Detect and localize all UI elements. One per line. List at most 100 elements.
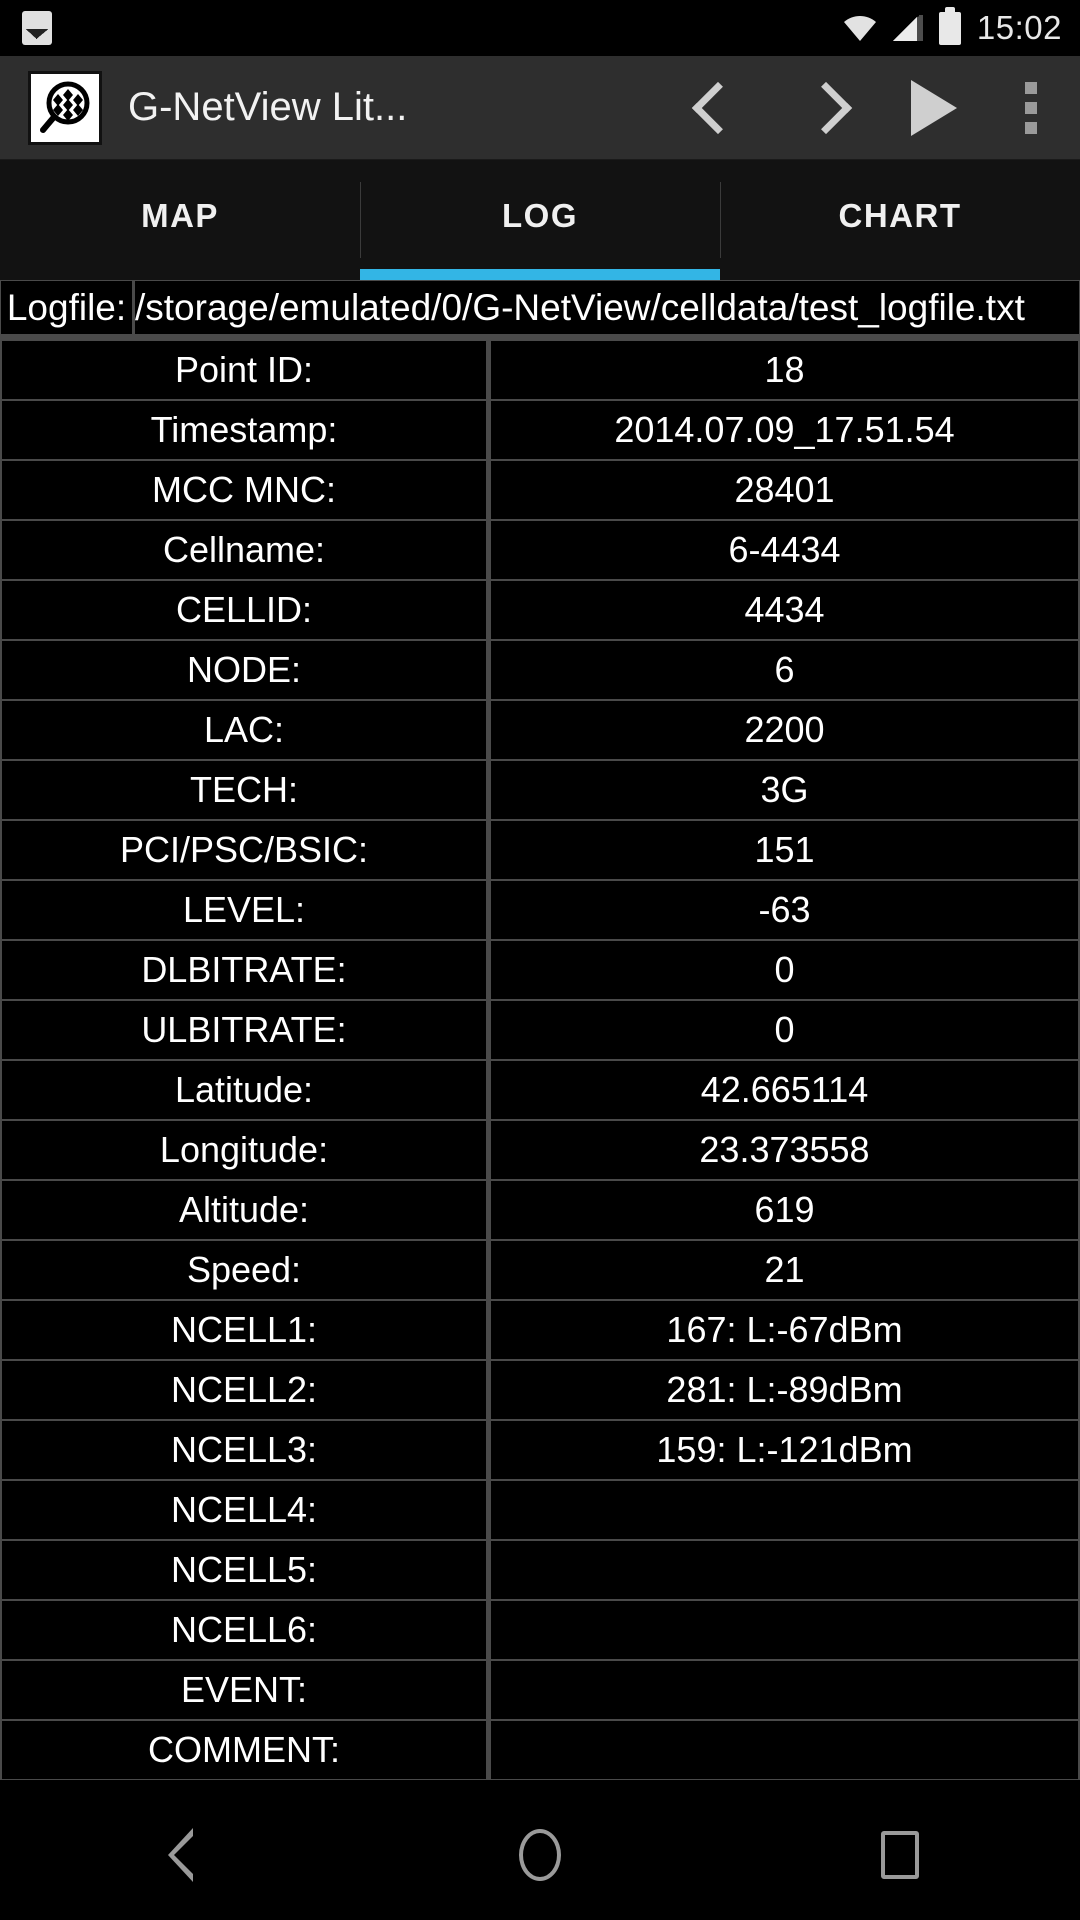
- table-row-key: CELLID:: [2, 581, 486, 639]
- tab-chart[interactable]: CHART: [720, 160, 1080, 280]
- nav-home-button[interactable]: [440, 1790, 640, 1920]
- table-row-key: LEVEL:: [2, 881, 486, 939]
- table-row[interactable]: Speed: 21: [0, 1240, 1080, 1300]
- overflow-menu-button[interactable]: [988, 56, 1074, 160]
- gallery-icon: [22, 11, 52, 45]
- table-row-key: NODE:: [2, 641, 486, 699]
- play-icon: [911, 79, 957, 136]
- nav-recents-button[interactable]: [800, 1790, 1000, 1920]
- table-row-value: 619: [491, 1181, 1078, 1239]
- table-row[interactable]: LEVEL: -63: [0, 880, 1080, 940]
- table-row[interactable]: COMMENT:: [0, 1720, 1080, 1780]
- screen-root: 15:02 G-NetView Lit... MAP LOG CHART Log…: [0, 0, 1080, 1920]
- more-vert-icon: [1025, 81, 1037, 134]
- table-row-key: Point ID:: [2, 341, 486, 399]
- table-row[interactable]: Longitude: 23.373558: [0, 1120, 1080, 1180]
- table-row-key: NCELL2:: [2, 1361, 486, 1419]
- table-row[interactable]: LAC: 2200: [0, 700, 1080, 760]
- chevron-left-icon: [703, 82, 733, 134]
- battery-icon: [938, 11, 961, 45]
- table-row[interactable]: DLBITRATE: 0: [0, 940, 1080, 1000]
- logfile-label: Logfile:: [1, 281, 132, 334]
- gnetview-logo-icon: [28, 70, 102, 145]
- app-title: G-NetView Lit...: [128, 85, 408, 129]
- table-row-value: [491, 1541, 1078, 1599]
- table-row-value: 0: [491, 1001, 1078, 1059]
- table-row-key: PCI/PSC/BSIC:: [2, 821, 486, 879]
- table-row[interactable]: NCELL5:: [0, 1540, 1080, 1600]
- table-row-value: 0: [491, 941, 1078, 999]
- app-bar: G-NetView Lit...: [0, 56, 1080, 160]
- table-row-key: NCELL5:: [2, 1541, 486, 1599]
- table-row-value: 28401: [491, 461, 1078, 519]
- logfile-row[interactable]: Logfile: /storage/emulated/0/G-NetView/c…: [0, 280, 1080, 340]
- table-row-value: 6: [491, 641, 1078, 699]
- table-row-value: 167: L:-67dBm: [491, 1301, 1078, 1359]
- back-triangle-icon: [167, 1828, 193, 1882]
- table-row[interactable]: NCELL6:: [0, 1600, 1080, 1660]
- table-row[interactable]: MCC MNC: 28401: [0, 460, 1080, 520]
- table-row-key: NCELL3:: [2, 1421, 486, 1479]
- status-bar: 15:02: [0, 0, 1080, 56]
- play-button[interactable]: [880, 56, 988, 160]
- table-row-value: 21: [491, 1241, 1078, 1299]
- table-row-key: Timestamp:: [2, 401, 486, 459]
- log-table: Logfile: /storage/emulated/0/G-NetView/c…: [0, 280, 1080, 1780]
- table-row-value: [491, 1601, 1078, 1659]
- table-row[interactable]: CELLID: 4434: [0, 580, 1080, 640]
- tab-map-label: MAP: [141, 197, 219, 234]
- tab-bar: MAP LOG CHART: [0, 160, 1080, 280]
- tab-log[interactable]: LOG: [360, 160, 720, 280]
- status-bar-right-icons: 15:02: [843, 9, 1062, 47]
- table-row-value: 151: [491, 821, 1078, 879]
- table-row-value: 2200: [491, 701, 1078, 759]
- table-row-key: DLBITRATE:: [2, 941, 486, 999]
- status-bar-left-icons: [22, 11, 52, 45]
- table-row-key: Longitude:: [2, 1121, 486, 1179]
- next-point-button[interactable]: [772, 56, 880, 160]
- table-row-value: 281: L:-89dBm: [491, 1361, 1078, 1419]
- table-row-value: 6-4434: [491, 521, 1078, 579]
- table-row-value: 23.373558: [491, 1121, 1078, 1179]
- table-row[interactable]: TECH: 3G: [0, 760, 1080, 820]
- tab-log-label: LOG: [502, 197, 578, 234]
- table-row-key: ULBITRATE:: [2, 1001, 486, 1059]
- table-row-key: EVENT:: [2, 1661, 486, 1719]
- table-row[interactable]: NCELL4:: [0, 1480, 1080, 1540]
- table-row[interactable]: NCELL1: 167: L:-67dBm: [0, 1300, 1080, 1360]
- logfile-path: /storage/emulated/0/G-NetView/celldata/t…: [135, 281, 1079, 334]
- table-row[interactable]: NCELL3: 159: L:-121dBm: [0, 1420, 1080, 1480]
- table-row-value: 4434: [491, 581, 1078, 639]
- table-row-value: 42.665114: [491, 1061, 1078, 1119]
- previous-point-button[interactable]: [664, 56, 772, 160]
- table-row-key: Latitude:: [2, 1061, 486, 1119]
- table-row-value: [491, 1661, 1078, 1719]
- table-row-value: 18: [491, 341, 1078, 399]
- cell-signal-icon: [892, 14, 923, 42]
- log-rows-container: Point ID: 18 Timestamp: 2014.07.09_17.51.54…: [0, 340, 1080, 1780]
- table-row[interactable]: Point ID: 18: [0, 340, 1080, 400]
- table-row-key: Cellname:: [2, 521, 486, 579]
- table-row[interactable]: Timestamp: 2014.07.09_17.51.54: [0, 400, 1080, 460]
- table-row[interactable]: Altitude: 619: [0, 1180, 1080, 1240]
- table-row[interactable]: ULBITRATE: 0: [0, 1000, 1080, 1060]
- table-row[interactable]: Cellname: 6-4434: [0, 520, 1080, 580]
- table-row-value: 159: L:-121dBm: [491, 1421, 1078, 1479]
- table-row[interactable]: Latitude: 42.665114: [0, 1060, 1080, 1120]
- android-nav-bar: [0, 1790, 1080, 1920]
- table-row-key: TECH:: [2, 761, 486, 819]
- table-row-key: NCELL1:: [2, 1301, 486, 1359]
- table-row-key: LAC:: [2, 701, 486, 759]
- home-circle-icon: [519, 1829, 561, 1881]
- nav-back-button[interactable]: [80, 1790, 280, 1920]
- table-row[interactable]: EVENT:: [0, 1660, 1080, 1720]
- table-row[interactable]: NODE: 6: [0, 640, 1080, 700]
- table-row-key: Speed:: [2, 1241, 486, 1299]
- tab-map[interactable]: MAP: [0, 160, 360, 280]
- table-row[interactable]: NCELL2: 281: L:-89dBm: [0, 1360, 1080, 1420]
- wifi-icon: [843, 14, 877, 42]
- table-row[interactable]: PCI/PSC/BSIC: 151: [0, 820, 1080, 880]
- table-row-value: [491, 1721, 1078, 1779]
- tab-chart-label: CHART: [838, 197, 962, 234]
- app-bar-actions: [664, 56, 1074, 160]
